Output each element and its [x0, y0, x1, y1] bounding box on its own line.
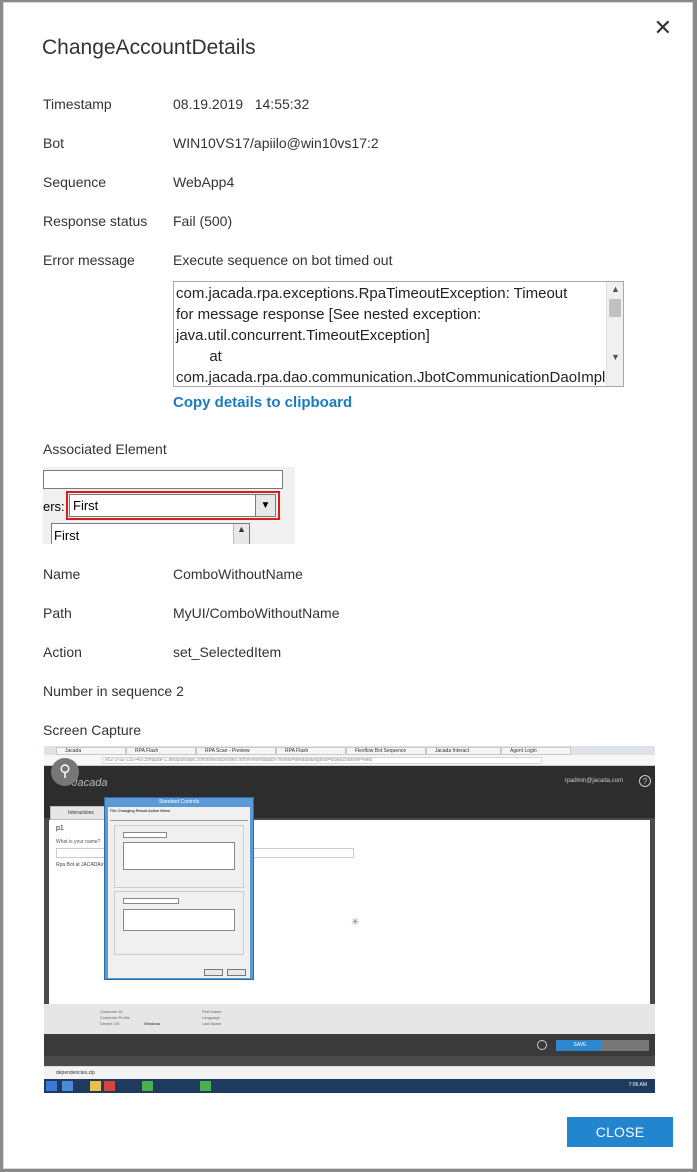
capture-tab: Agent Login	[501, 747, 571, 755]
capture-window-title: Standard Controls	[158, 799, 200, 805]
name-label: Name	[43, 566, 81, 582]
bot-label: Bot	[43, 135, 65, 151]
dialog-title: ChangeAccountDetails	[42, 36, 256, 59]
snapshot-list: First ▲	[51, 523, 250, 544]
capture-group-1	[114, 825, 244, 888]
capture-save-button: SAVE	[556, 1040, 604, 1051]
capture-listbox	[123, 909, 235, 931]
taskbar-app-icon	[62, 1081, 73, 1091]
cancel-circle-icon	[537, 1040, 547, 1050]
chrome-icon	[104, 1081, 115, 1091]
action-label: Action	[43, 644, 82, 660]
error-message-value: Execute sequence on bot timed out	[173, 252, 393, 268]
capture-rpa-text: Rpa Bot at JACADA\rpa	[56, 862, 110, 868]
capture-standard-controls-window: Standard Controls File Changing Result A…	[104, 797, 254, 980]
capture-tab: RPA Flash	[126, 747, 196, 755]
taskbar-clock: 7:06 AM	[628, 1082, 647, 1088]
folder-icon	[90, 1081, 101, 1091]
capture-tab: RPA Scan - Preview	[196, 747, 276, 755]
capture-cancel-button	[227, 969, 246, 976]
capture-browser-tabs: Jacada RPA Flash RPA Scan - Preview RPA …	[44, 746, 655, 755]
capture-interactions-tab: Interactions	[50, 806, 112, 820]
response-status-value: Fail (500)	[173, 213, 233, 229]
capture-textbox	[123, 832, 167, 838]
action-value: set_SelectedItem	[173, 644, 282, 660]
capture-textbox	[123, 898, 179, 904]
list-scroll-up-icon: ▲	[233, 524, 249, 544]
capture-footer-field: Last Name	[202, 1021, 222, 1026]
capture-tab: Flexflow Bot Sequence	[346, 747, 426, 755]
highlight-frame	[66, 491, 280, 520]
snapshot-label: ers:	[43, 499, 65, 514]
capture-logo: Jacada	[72, 777, 108, 789]
screen-capture-heading: Screen Capture	[43, 722, 142, 738]
capture-ok-button	[204, 969, 223, 976]
close-button[interactable]: CLOSE	[567, 1117, 673, 1147]
taskbar-app-icon	[200, 1081, 211, 1091]
timestamp-value: 08.19.2019 14:55:32	[173, 96, 310, 112]
capture-address-bar: ec2-3-92-192-49.compute-1.amazonaws.com/…	[44, 755, 655, 766]
start-icon	[46, 1081, 57, 1091]
scroll-down-icon[interactable]: ▼	[611, 352, 620, 362]
capture-window-body: File Changing Result Action Menu	[108, 807, 250, 978]
details-dialog: ✕ ChangeAccountDetails Timestamp 08.19.2…	[3, 2, 693, 1169]
error-details-text: com.jacada.rpa.exceptions.RpaTimeoutExce…	[176, 285, 606, 386]
response-status-label: Response status	[43, 213, 148, 229]
capture-download-file: dependencies.zip	[56, 1070, 95, 1076]
taskbar-app-icon	[142, 1081, 153, 1091]
capture-tab: RPA Flash	[276, 747, 346, 755]
error-details-scrollbar[interactable]: ▲ ▼	[606, 282, 623, 386]
capture-page-heading: p1	[56, 825, 64, 832]
capture-download-bar: dependencies.zip	[44, 1066, 655, 1079]
capture-tab: Jacada Interact	[426, 747, 501, 755]
capture-window-menu: File Changing Result Action Menu	[110, 808, 171, 813]
capture-footer-field: Device OS	[100, 1021, 120, 1026]
zoom-search-icon[interactable]: ⚲	[51, 758, 79, 786]
element-snapshot-image: ers: First ▼ First ▲	[43, 467, 295, 544]
capture-listview	[123, 842, 235, 870]
sequence-value: WebApp4	[173, 174, 235, 190]
capture-footer: Customer ID Customer Profile Device OS W…	[44, 1004, 655, 1034]
bot-value: WIN10VS17/apiilo@win10vs17:2	[173, 135, 379, 151]
copy-details-link[interactable]: Copy details to clipboard	[173, 394, 352, 411]
capture-group-2	[114, 891, 244, 955]
error-message-label: Error message	[43, 252, 135, 268]
error-details-textarea[interactable]: com.jacada.rpa.exceptions.RpaTimeoutExce…	[173, 281, 624, 387]
loading-spinner-icon: ✳	[351, 917, 360, 928]
path-label: Path	[43, 605, 72, 621]
timestamp-label: Timestamp	[43, 96, 112, 112]
scroll-up-icon[interactable]: ▲	[611, 284, 620, 294]
capture-footer-os: Windows	[144, 1021, 161, 1026]
help-icon: ?	[639, 775, 651, 787]
capture-window-tabs	[110, 815, 248, 821]
snapshot-list-item: First	[54, 528, 80, 543]
path-value: MyUI/ComboWithoutName	[173, 605, 340, 621]
capture-secondary-button	[601, 1040, 649, 1051]
close-icon[interactable]: ✕	[654, 17, 672, 39]
screen-capture-image[interactable]: Jacada RPA Flash RPA Scan - Preview RPA …	[44, 746, 655, 1093]
capture-question: What is your name?	[56, 839, 101, 845]
scroll-thumb[interactable]	[609, 299, 621, 317]
sequence-label: Sequence	[43, 174, 107, 190]
capture-user: rpadmin@jacada.com	[564, 778, 623, 784]
capture-tab: Jacada	[56, 747, 126, 755]
capture-action-bar: SAVE	[44, 1034, 655, 1056]
number-in-sequence: Number in sequence 2	[43, 683, 184, 699]
snapshot-textbox	[43, 470, 283, 489]
capture-taskbar: 7:06 AM	[44, 1079, 655, 1093]
name-value: ComboWithoutName	[173, 566, 303, 582]
associated-element-heading: Associated Element	[43, 441, 167, 457]
capture-url: ec2-3-92-192-49.compute-1.amazonaws.com/…	[102, 757, 542, 764]
